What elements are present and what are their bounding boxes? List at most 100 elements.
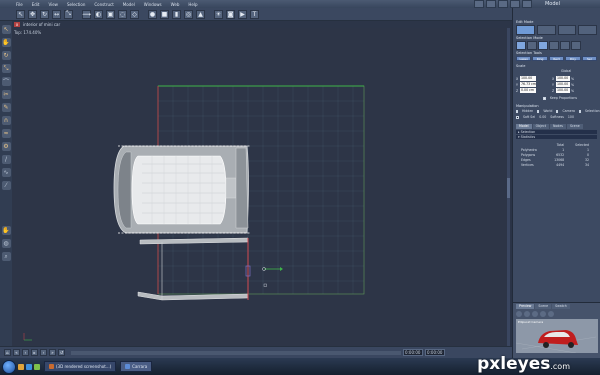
tool-poly-button[interactable]: Poly [565, 56, 581, 61]
soft-sel-checkbox[interactable] [516, 115, 519, 119]
keep-proportions-row[interactable]: Keep Proportions [513, 95, 600, 101]
quicklaunch-folder-icon[interactable] [18, 363, 24, 370]
step-back-icon[interactable]: ‹ [22, 349, 29, 356]
paint-tool-icon[interactable]: ✎ [1, 103, 11, 112]
room-model-icon[interactable] [486, 0, 496, 8]
orbit-tool-icon[interactable]: ◍ [1, 239, 11, 248]
loop-icon[interactable]: ↺ [58, 349, 65, 356]
menu-windows[interactable]: Windows [144, 2, 162, 7]
cone-icon[interactable]: ▲ [196, 9, 205, 19]
rotate-icon[interactable]: ↻ [40, 9, 49, 19]
menu-model[interactable]: Model [123, 2, 135, 7]
room-texture-icon[interactable] [510, 0, 520, 8]
tool-ring-button[interactable]: Ring [532, 56, 548, 61]
manip-selection-radio[interactable] [578, 109, 581, 113]
end-time-field[interactable]: 0:00:00 [425, 349, 445, 356]
tab-model[interactable]: Model [516, 124, 532, 129]
room-assemble-icon[interactable] [474, 0, 484, 8]
tool-sel-button[interactable]: Sel [581, 56, 598, 61]
manip-camera-radio[interactable] [556, 109, 559, 113]
start-button[interactable] [2, 359, 16, 374]
preview-light-icon[interactable] [540, 311, 546, 317]
preview-pan-icon[interactable] [524, 311, 530, 317]
menu-selection[interactable]: Selection [67, 2, 85, 7]
pan-icon[interactable]: ✥ [28, 9, 37, 19]
scale-x-pct[interactable]: 100.00 [556, 76, 570, 81]
viewport-scrollbar[interactable] [507, 28, 510, 346]
zoom-tool-icon[interactable]: ⌕ [1, 252, 11, 261]
sel-mode-poly[interactable] [549, 41, 559, 50]
scale-icon[interactable]: ⤡ [64, 9, 73, 19]
viewport-close-icon[interactable]: x [14, 22, 20, 27]
bend-tool-icon[interactable]: ⌒ [1, 77, 11, 86]
camera-icon[interactable]: ◙ [226, 9, 235, 19]
scale-tool-icon[interactable]: ⤡ [1, 64, 11, 73]
cube-icon[interactable]: ■ [160, 9, 169, 19]
torus-icon[interactable]: ◎ [184, 9, 193, 19]
tab-preview[interactable]: Preview [516, 304, 535, 309]
eyedropper-tool-icon[interactable]: ⁄ [1, 181, 11, 190]
manip-hidden-radio[interactable] [516, 109, 518, 113]
move-tool-icon[interactable]: ✋ [1, 38, 11, 47]
select-tool-icon[interactable]: ↖ [1, 25, 11, 34]
tool-rect-button[interactable]: Rect [548, 56, 565, 61]
section-selection[interactable]: ▸ Selection [516, 130, 597, 134]
face-mode-button[interactable] [557, 25, 577, 35]
preview-settings-icon[interactable] [548, 311, 554, 317]
keep-proportions-checkbox[interactable] [543, 96, 546, 100]
tab-nodes[interactable]: Nodes [549, 124, 566, 129]
sel-mode-object[interactable] [560, 41, 570, 50]
extrude-icon[interactable]: ▣ [106, 9, 115, 19]
text-icon[interactable]: T [250, 9, 259, 19]
cylinder-icon[interactable]: ▮ [172, 9, 181, 19]
section-statistics[interactable]: ▾ Statistics [516, 135, 597, 139]
menu-construct[interactable]: Construct [94, 2, 113, 7]
sel-mode-vertex[interactable] [516, 41, 526, 50]
tool-lasso-button[interactable]: Lasso [516, 56, 532, 61]
preview-image[interactable]: Ellipsoid Camera [516, 319, 598, 353]
object-mode-button[interactable] [578, 25, 597, 35]
hand-tool-icon[interactable]: ✋ [1, 226, 11, 235]
vertex-mode-button[interactable] [516, 25, 535, 35]
sweep-icon[interactable]: ⟿ [82, 9, 91, 19]
weld-tool-icon[interactable]: ⚙ [1, 142, 11, 151]
edge-mode-button[interactable] [536, 25, 556, 35]
quicklaunch-media-icon[interactable] [34, 363, 40, 370]
taskbar-app-carrara[interactable]: Carrara [120, 361, 153, 372]
tab-preview-scene[interactable]: Scene [535, 304, 552, 309]
move-icon[interactable]: ↔ [52, 9, 61, 19]
play-icon[interactable]: ▸ [31, 349, 38, 356]
rewind-icon[interactable]: « [13, 349, 20, 356]
preview-zoom-icon[interactable] [532, 311, 538, 317]
taskbar-app-1[interactable]: (3D rendered screenshot...) [44, 361, 117, 372]
tab-object[interactable]: Object [532, 124, 549, 129]
manip-world-radio[interactable] [537, 109, 540, 113]
softness-value[interactable]: 100 [568, 115, 574, 119]
soft-sel-value[interactable]: 0.00 [539, 115, 546, 119]
quicklaunch-browser-icon[interactable] [26, 363, 32, 370]
menu-view[interactable]: View [48, 2, 58, 7]
timeline-track[interactable] [71, 350, 401, 355]
knife-tool-icon[interactable]: ✂ [1, 90, 11, 99]
preview-rotate-icon[interactable] [516, 311, 522, 317]
menu-edit[interactable]: Edit [32, 2, 40, 7]
fast-forward-icon[interactable]: » [49, 349, 56, 356]
room-render-icon[interactable] [522, 0, 532, 8]
sel-mode-group[interactable] [571, 41, 581, 50]
light-icon[interactable]: ☀ [214, 9, 223, 19]
cursor-icon[interactable]: ↖ [16, 9, 25, 19]
tab-swatch[interactable]: Swatch [552, 304, 570, 309]
curve-tool-icon[interactable]: ∿ [1, 168, 11, 177]
menu-file[interactable]: File [16, 2, 23, 7]
tab-scene[interactable]: Scene [566, 124, 583, 129]
smooth-icon[interactable]: ◌ [118, 9, 127, 19]
line-tool-icon[interactable]: / [1, 155, 11, 164]
menu-web[interactable]: Web [171, 2, 180, 7]
scale-y-field[interactable]: 76.73 cm [520, 82, 536, 87]
lathe-icon[interactable]: ◐ [94, 9, 103, 19]
home-icon[interactable]: ⌂ [4, 349, 11, 356]
current-time-field[interactable]: 0:00:00 [403, 349, 423, 356]
scale-z-pct[interactable]: 100.00 [556, 88, 570, 93]
magnet-tool-icon[interactable]: ∩ [1, 116, 11, 125]
render-icon[interactable]: ▶ [238, 9, 247, 19]
